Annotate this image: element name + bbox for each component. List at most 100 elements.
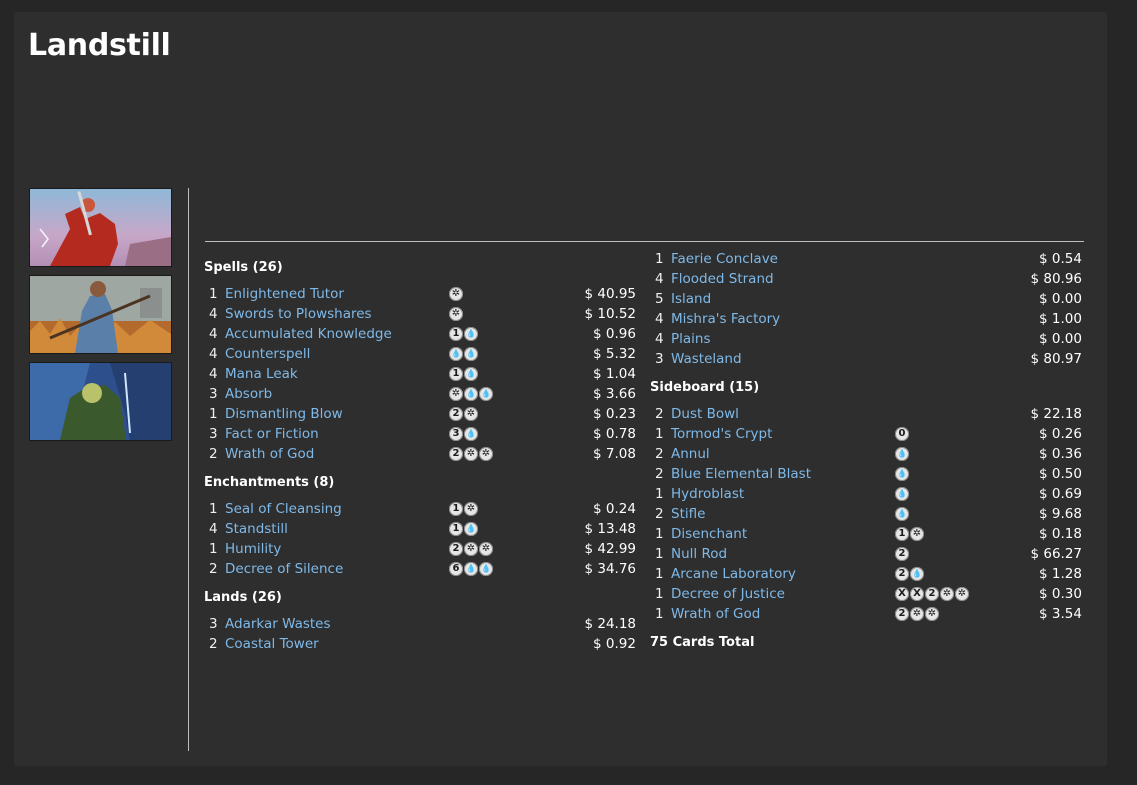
decklist-right-column: 1 Faerie Conclave $ 0.54 4 Flooded Strand $ 8… <box>650 249 1082 653</box>
card-quantity: 4 <box>655 331 664 347</box>
generic-mana-icon: 2 <box>925 587 939 601</box>
card-name-link[interactable]: Seal of Cleansing <box>225 499 342 519</box>
card-row: 4 Counterspell 💧 💧 $ 5.32 <box>204 344 636 364</box>
card-quantity: 4 <box>209 521 218 537</box>
card-name-link[interactable]: Absorb <box>225 384 272 404</box>
card-name-link[interactable]: Faerie Conclave <box>671 249 778 269</box>
card-row: 1 Tormod's Crypt 0 $ 0.26 <box>650 424 1082 444</box>
card-quantity: 1 <box>655 606 664 622</box>
mana-cost: ✲ <box>449 307 463 321</box>
card-name-link[interactable]: Wrath of God <box>225 444 314 464</box>
card-quantity: 4 <box>209 366 218 382</box>
card-price: $ 0.23 <box>593 406 636 422</box>
white-mana-icon: ✲ <box>449 387 463 401</box>
mana-cost: 1 💧 <box>449 367 478 381</box>
card-row: 2 Annul 💧 $ 0.36 <box>650 444 1082 464</box>
blue-mana-icon: 💧 <box>449 347 463 361</box>
card-row: 2 Dust Bowl $ 22.18 <box>650 404 1082 424</box>
blue-mana-icon: 💧 <box>895 507 909 521</box>
card-quantity: 4 <box>655 271 664 287</box>
card-name-link[interactable]: Hydroblast <box>671 484 744 504</box>
card-name-link[interactable]: Null Rod <box>671 544 727 564</box>
mana-cost: 💧 <box>895 487 909 501</box>
card-name-link[interactable]: Swords to Plowshares <box>225 304 372 324</box>
card-price: $ 9.68 <box>1039 506 1082 522</box>
card-price: $ 7.08 <box>593 446 636 462</box>
blue-mana-icon: 💧 <box>895 467 909 481</box>
card-row: 5 Island $ 0.00 <box>650 289 1082 309</box>
card-row: 2 Decree of Silence 6 💧 💧 $ 34.76 <box>204 559 636 579</box>
card-price: $ 1.04 <box>593 366 636 382</box>
generic-mana-icon: 2 <box>895 607 909 621</box>
mana-cost: 💧 <box>895 467 909 481</box>
card-name-link[interactable]: Standstill <box>225 519 288 539</box>
card-row: 2 Blue Elemental Blast 💧 $ 0.50 <box>650 464 1082 484</box>
blue-mana-icon: 💧 <box>464 387 478 401</box>
card-name-link[interactable]: Annul <box>671 444 710 464</box>
blue-mana-icon: 💧 <box>895 447 909 461</box>
mana-cost: 1 ✲ <box>895 527 924 541</box>
card-name-link[interactable]: Tormod's Crypt <box>671 424 772 444</box>
card-quantity: 1 <box>655 251 664 267</box>
card-name-link[interactable]: Wasteland <box>671 349 742 369</box>
mana-cost: ✲ <box>449 287 463 301</box>
white-mana-icon: ✲ <box>479 447 493 461</box>
card-row: 1 Disenchant 1 ✲ $ 0.18 <box>650 524 1082 544</box>
blue-mana-icon: 💧 <box>464 562 478 576</box>
blue-mana-icon: 💧 <box>464 347 478 361</box>
card-price: $ 42.99 <box>584 541 636 557</box>
generic-mana-icon: 2 <box>895 547 909 561</box>
generic-mana-icon: 0 <box>895 427 909 441</box>
card-name-link[interactable]: Accumulated Knowledge <box>225 324 392 344</box>
card-row: 3 Absorb ✲ 💧 💧 $ 3.66 <box>204 384 636 404</box>
card-quantity: 2 <box>209 561 218 577</box>
card-name-link[interactable]: Island <box>671 289 711 309</box>
card-art-thumbnail-1[interactable] <box>29 188 172 267</box>
generic-mana-icon: 1 <box>895 527 909 541</box>
card-name-link[interactable]: Dust Bowl <box>671 404 739 424</box>
card-name-link[interactable]: Counterspell <box>225 344 310 364</box>
card-name-link[interactable]: Arcane Laboratory <box>671 564 796 584</box>
card-name-link[interactable]: Decree of Silence <box>225 559 343 579</box>
card-art-thumbnail-3[interactable] <box>29 362 172 441</box>
white-mana-icon: ✲ <box>464 407 478 421</box>
generic-mana-icon: 1 <box>449 522 463 536</box>
card-name-link[interactable]: Adarkar Wastes <box>225 614 331 634</box>
card-name-link[interactable]: Mana Leak <box>225 364 298 384</box>
card-name-link[interactable]: Plains <box>671 329 711 349</box>
card-name-link[interactable]: Enlightened Tutor <box>225 284 344 304</box>
card-row: 2 Coastal Tower $ 0.92 <box>204 634 636 654</box>
card-quantity: 2 <box>655 466 664 482</box>
card-price: $ 66.27 <box>1030 546 1082 562</box>
card-quantity: 1 <box>209 406 218 422</box>
card-name-link[interactable]: Fact or Fiction <box>225 424 319 444</box>
card-art-thumbnail-2[interactable] <box>29 275 172 354</box>
section-heading: Sideboard (15) <box>650 380 760 395</box>
card-name-link[interactable]: Stifle <box>671 504 705 524</box>
card-name-link[interactable]: Disenchant <box>671 524 747 544</box>
white-mana-icon: ✲ <box>910 607 924 621</box>
card-row: 2 Wrath of God 2 ✲ ✲ $ 7.08 <box>204 444 636 464</box>
card-price: $ 0.18 <box>1039 526 1082 542</box>
card-name-link[interactable]: Humility <box>225 539 281 559</box>
card-name-link[interactable]: Blue Elemental Blast <box>671 464 811 484</box>
card-price: $ 40.95 <box>584 286 636 302</box>
white-mana-icon: ✲ <box>449 307 463 321</box>
section-heading: Enchantments (8) <box>204 475 335 490</box>
mana-cost: 2 ✲ ✲ <box>449 542 493 556</box>
card-name-link[interactable]: Mishra's Factory <box>671 309 780 329</box>
card-name-link[interactable]: Decree of Justice <box>671 584 785 604</box>
card-price: $ 5.32 <box>593 346 636 362</box>
card-name-link[interactable]: Dismantling Blow <box>225 404 343 424</box>
card-name-link[interactable]: Wrath of God <box>671 604 760 624</box>
card-name-link[interactable]: Coastal Tower <box>225 634 319 654</box>
card-price: $ 0.00 <box>1039 291 1082 307</box>
card-quantity: 2 <box>655 506 664 522</box>
card-quantity: 1 <box>655 546 664 562</box>
mana-cost: 3 💧 <box>449 427 478 441</box>
card-name-link[interactable]: Flooded Strand <box>671 269 774 289</box>
card-row: 2 Stifle 💧 $ 9.68 <box>650 504 1082 524</box>
card-quantity: 3 <box>655 351 664 367</box>
card-price: $ 22.18 <box>1030 406 1082 422</box>
